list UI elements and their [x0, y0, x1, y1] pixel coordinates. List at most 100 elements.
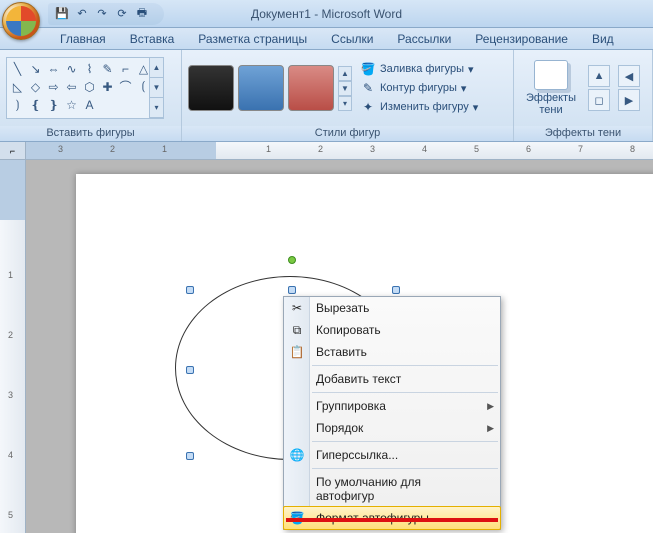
tab-view[interactable]: Вид: [580, 29, 626, 49]
gallery-scrollbar[interactable]: ▲ ▼ ▾: [149, 58, 163, 118]
ruler-tick: 5: [474, 144, 479, 154]
scroll-down-icon[interactable]: ▼: [338, 81, 352, 96]
nudge-right-icon[interactable]: ▶: [618, 89, 640, 111]
shape-arrow-icon[interactable]: ↘: [27, 60, 44, 77]
shape-fill-button[interactable]: 🪣Заливка фигуры ▾: [356, 60, 482, 78]
shape-scrib-icon[interactable]: ✎: [99, 60, 116, 77]
submenu-arrow-icon: ▶: [487, 401, 494, 412]
shape-plus-icon[interactable]: ✚: [99, 78, 116, 95]
shape-line-icon[interactable]: ╲: [9, 60, 26, 77]
nudge-up-icon[interactable]: ▲: [588, 65, 610, 87]
shape-brace-icon[interactable]: ❴: [27, 96, 44, 113]
ctx-hyperlink[interactable]: 🌐Гиперссылка...: [284, 444, 500, 466]
ctx-default-autoshape[interactable]: По умолчанию для автофигур: [284, 471, 500, 507]
ruler-vertical[interactable]: 12345: [0, 160, 26, 533]
ruler-tick: 8: [630, 144, 635, 154]
scroll-more-icon[interactable]: ▾: [150, 98, 163, 118]
shadow-nudge-col1: ▲ ◻: [586, 63, 612, 113]
change-shape-button[interactable]: ✦Изменить фигуру ▾: [356, 98, 482, 116]
nudge-left-icon[interactable]: ◀: [618, 65, 640, 87]
shape-curve-icon[interactable]: ∿: [63, 60, 80, 77]
shape-text-icon[interactable]: A: [81, 96, 98, 113]
resize-handle-nw[interactable]: [186, 286, 194, 294]
shape-brace2-icon[interactable]: ❵: [45, 96, 62, 113]
annotation-underline: [286, 518, 498, 522]
ruler-corner[interactable]: ⌐: [0, 142, 26, 159]
shape-star-icon[interactable]: ☆: [63, 96, 80, 113]
shape-arr2-icon[interactable]: ⇨: [45, 78, 62, 95]
ruler-tick: 4: [8, 450, 13, 460]
ruler-tick: 2: [8, 330, 13, 340]
resize-handle-w[interactable]: [186, 366, 194, 374]
copy-icon: ⧉: [288, 321, 306, 339]
pencil-icon: ✎: [360, 80, 376, 96]
shape-dia-icon[interactable]: ◇: [27, 78, 44, 95]
globe-link-icon: 🌐: [288, 446, 306, 464]
shape-conn-icon[interactable]: ⌐: [117, 60, 134, 77]
print-icon[interactable]: 🖶: [134, 6, 150, 22]
tab-review[interactable]: Рецензирование: [463, 29, 580, 49]
chevron-down-icon: ▾: [461, 82, 467, 95]
tab-mailings[interactable]: Рассылки: [385, 29, 463, 49]
ruler-tick: 3: [58, 144, 63, 154]
ctx-copy[interactable]: ⧉Копировать: [284, 319, 500, 341]
ruler-horizontal[interactable]: ⌐ 32112345678: [0, 142, 653, 160]
ribbon: ╲ ↘ ⇔ ∿ ⌇ ✎ ⌐ △ ◺ ◇ ⇨ ⇦ ⬡ ✚ ⌒ ⟮ ⟯ ❴ ❵ ☆: [0, 50, 653, 142]
office-button[interactable]: [2, 2, 40, 40]
shape-brack2-icon[interactable]: ⟯: [9, 96, 26, 113]
shadow-effects-label: Эффекты тени: [526, 92, 576, 116]
ctx-separator: [312, 365, 498, 366]
ruler-tick: 2: [318, 144, 323, 154]
ruler-tick: 2: [110, 144, 115, 154]
scroll-up-icon[interactable]: ▲: [338, 66, 352, 81]
shape-rtri-icon[interactable]: ◺: [9, 78, 26, 95]
ctx-add-text[interactable]: Добавить текст: [284, 368, 500, 390]
ctx-paste[interactable]: 📋Вставить: [284, 341, 500, 363]
scroll-up-icon[interactable]: ▲: [150, 58, 163, 78]
title-bar: 💾 ↶ ↷ ⟳ 🖶 Документ1 - Microsoft Word: [0, 0, 653, 28]
shapes-gallery[interactable]: ╲ ↘ ⇔ ∿ ⌇ ✎ ⌐ △ ◺ ◇ ⇨ ⇦ ⬡ ✚ ⌒ ⟮ ⟯ ❴ ❵ ☆: [6, 57, 164, 119]
style-preset-black[interactable]: [188, 65, 234, 111]
shape-hex-icon[interactable]: ⬡: [81, 78, 98, 95]
resize-handle-ne[interactable]: [392, 286, 400, 294]
quick-access-toolbar: 💾 ↶ ↷ ⟳ 🖶: [48, 3, 164, 25]
style-gallery-scroll[interactable]: ▲ ▼ ▾: [338, 66, 352, 111]
scroll-down-icon[interactable]: ▼: [150, 78, 163, 98]
context-menu: ✂Вырезать ⧉Копировать 📋Вставить Добавить…: [283, 296, 501, 530]
ruler-tick: 3: [370, 144, 375, 154]
ruler-tick: 5: [8, 510, 13, 520]
resize-handle-sw[interactable]: [186, 452, 194, 460]
ctx-cut[interactable]: ✂Вырезать: [284, 297, 500, 319]
shape-arr3-icon[interactable]: ⇦: [63, 78, 80, 95]
shape-curv2-icon[interactable]: ⌒: [117, 78, 134, 95]
tab-insert[interactable]: Вставка: [118, 29, 187, 49]
resize-handle-n[interactable]: [288, 286, 296, 294]
shape-darrow-icon[interactable]: ⇔: [45, 60, 62, 77]
rotate-handle[interactable]: [288, 256, 296, 264]
redo-icon[interactable]: ↷: [94, 6, 110, 22]
ruler-tick: 1: [162, 144, 167, 154]
shadow-effects-button[interactable]: Эффекты тени: [520, 58, 582, 118]
ruler-tick: 1: [8, 270, 13, 280]
scroll-more-icon[interactable]: ▾: [338, 96, 352, 111]
shadow-preview-icon: [534, 60, 568, 90]
tab-layout[interactable]: Разметка страницы: [186, 29, 319, 49]
ctx-grouping[interactable]: Группировка▶: [284, 395, 500, 417]
group-label-shapes: Вставить фигуры: [0, 126, 181, 141]
shape-outline-button[interactable]: ✎Контур фигуры ▾: [356, 79, 482, 97]
ctx-separator: [312, 392, 498, 393]
tab-home[interactable]: Главная: [48, 29, 118, 49]
paint-bucket-icon: 🪣: [360, 61, 376, 77]
style-preset-blue[interactable]: [238, 65, 284, 111]
nudge-toggle-icon[interactable]: ◻: [588, 89, 610, 111]
chevron-down-icon: ▾: [473, 101, 479, 114]
repeat-icon[interactable]: ⟳: [114, 6, 130, 22]
chevron-down-icon: ▾: [468, 63, 474, 76]
style-preset-red[interactable]: [288, 65, 334, 111]
ctx-order[interactable]: Порядок▶: [284, 417, 500, 439]
undo-icon[interactable]: ↶: [74, 6, 90, 22]
shape-free-icon[interactable]: ⌇: [81, 60, 98, 77]
change-shape-icon: ✦: [360, 99, 376, 115]
tab-references[interactable]: Ссылки: [319, 29, 385, 49]
save-icon[interactable]: 💾: [54, 6, 70, 22]
